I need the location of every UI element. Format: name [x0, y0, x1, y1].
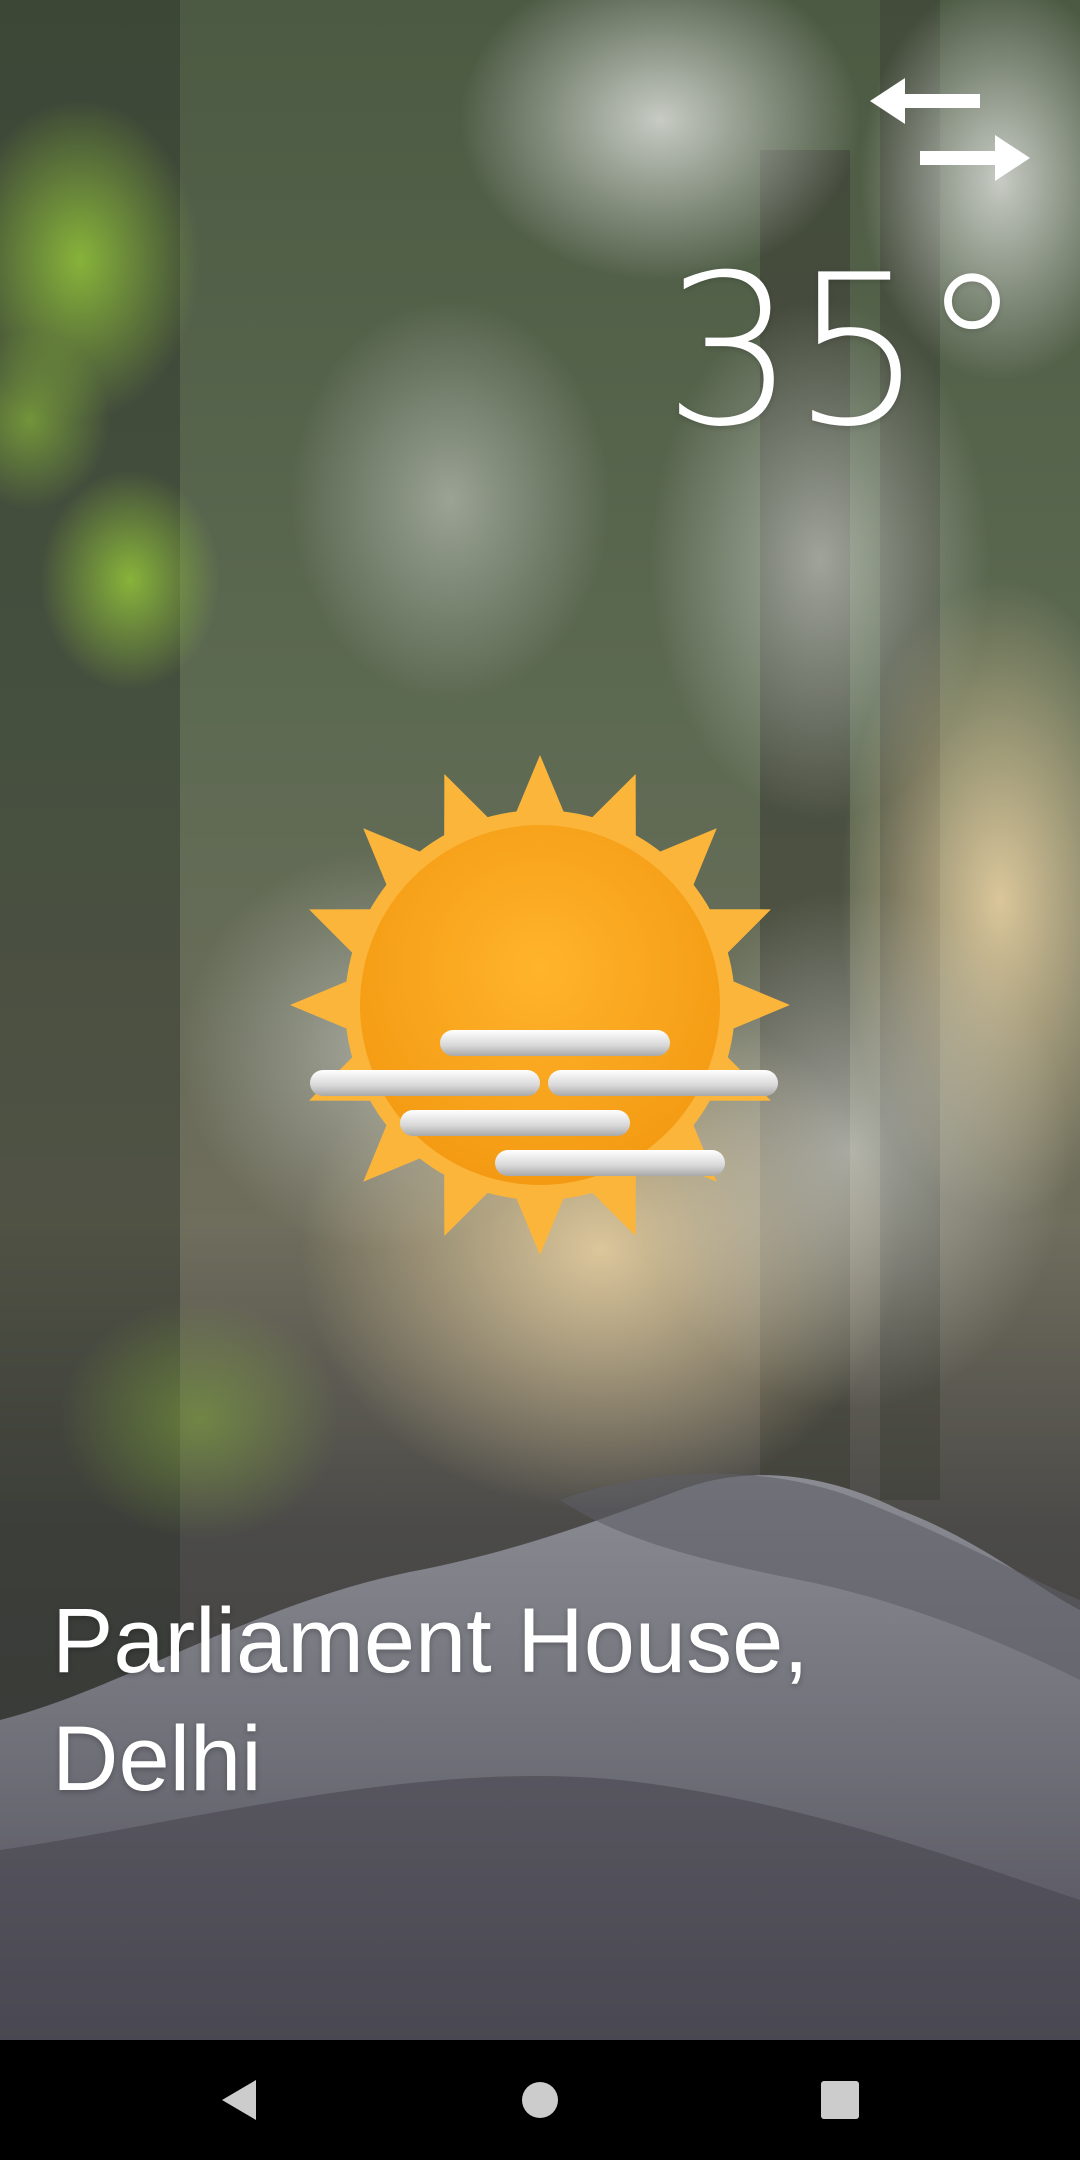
- nav-back-button[interactable]: [210, 2070, 270, 2130]
- home-circle-icon: [522, 2082, 558, 2118]
- nav-recents-button[interactable]: [810, 2070, 870, 2130]
- weather-screen: 35° Parliament House, Delhi: [0, 0, 1080, 2160]
- back-triangle-icon: [222, 2080, 256, 2120]
- recents-square-icon: [821, 2081, 859, 2119]
- system-navigation-bar: [0, 2040, 1080, 2160]
- sun-haze-icon: [290, 755, 790, 1255]
- temperature-value: 35°: [663, 231, 1024, 473]
- swap-button[interactable]: [860, 68, 1040, 198]
- swap-arrows-icon: [870, 78, 1030, 181]
- location-name: Parliament House, Delhi: [52, 1590, 809, 1810]
- nav-home-button[interactable]: [510, 2070, 570, 2130]
